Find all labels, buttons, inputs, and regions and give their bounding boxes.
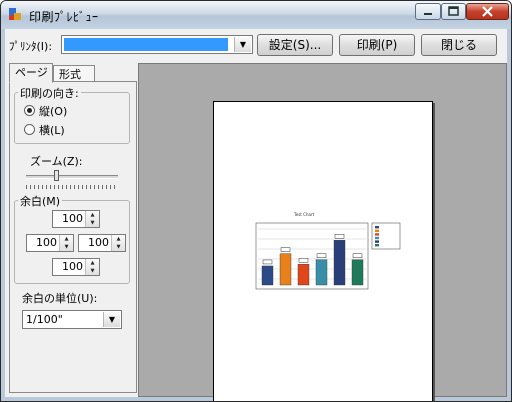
preview-bar-label <box>262 259 273 265</box>
preview-bar <box>297 264 310 286</box>
zoom-slider-track[interactable] <box>26 175 118 179</box>
preview-bar-label <box>316 253 327 258</box>
preview-bar-label <box>334 234 345 239</box>
preview-legend-swatch <box>375 229 379 232</box>
spin-down-icon[interactable]: ▼ <box>60 243 73 251</box>
spin-down-icon[interactable]: ▼ <box>86 267 99 275</box>
margin-right-value: 100 <box>88 236 109 249</box>
tab-page[interactable]: ページ <box>9 63 53 83</box>
preview-bar <box>333 240 346 286</box>
preview-bar <box>261 265 274 286</box>
margin-right-stepper[interactable]: 100 ▲ ▼ <box>78 234 126 252</box>
chevron-down-icon[interactable]: ▼ <box>103 312 120 327</box>
margin-top-value: 100 <box>62 212 83 225</box>
preview-legend-swatch <box>375 236 379 240</box>
margin-bottom-stepper[interactable]: 100 ▲ ▼ <box>52 258 100 276</box>
close-window-button[interactable] <box>466 3 509 20</box>
title-bar: 印刷ﾌﾟﾚﾋﾞｭｰ <box>1 1 511 29</box>
printer-selection-highlight <box>64 38 228 51</box>
margin-unit-select[interactable]: 1/100" ▼ <box>22 310 122 329</box>
portrait-radio[interactable] <box>24 105 35 116</box>
preview-legend-swatch <box>375 244 379 247</box>
preview-legend-swatch <box>375 226 379 229</box>
preview-bar-label <box>280 247 291 252</box>
preview-bar <box>351 259 364 286</box>
minimize-button[interactable] <box>415 3 441 20</box>
spin-down-icon[interactable]: ▼ <box>112 243 125 251</box>
preview-legend-swatch <box>375 240 379 243</box>
preview-bar-label <box>298 258 309 263</box>
margin-unit-label: 余白の単位(U): <box>22 292 98 305</box>
margin-left-value: 100 <box>36 236 57 249</box>
print-preview-window: 印刷ﾌﾟﾚﾋﾞｭｰ ﾌﾟﾘﾝﾀ(I): ▼ 設定(S)... 印刷(P) 閉じる… <box>0 0 512 402</box>
minimize-icon <box>424 13 432 15</box>
radio-selected-dot <box>27 108 32 113</box>
zoom-slider-ticks <box>26 185 118 189</box>
maximize-icon <box>448 6 459 16</box>
zoom-slider-thumb[interactable] <box>54 170 59 181</box>
window-title: 印刷ﾌﾟﾚﾋﾞｭｰ <box>29 10 99 24</box>
spin-up-icon[interactable]: ▲ <box>86 259 99 267</box>
spin-up-icon[interactable]: ▲ <box>112 235 125 243</box>
preview-bar-label <box>352 253 363 258</box>
printer-select[interactable]: ▼ <box>61 35 253 54</box>
printer-label: ﾌﾟﾘﾝﾀ(I): <box>9 40 53 53</box>
preview-bar <box>279 253 292 286</box>
print-button[interactable]: 印刷(P) <box>339 34 415 56</box>
zoom-label: ズーム(Z): <box>30 155 83 168</box>
close-button[interactable]: 閉じる <box>421 34 497 56</box>
landscape-radio[interactable] <box>24 124 35 135</box>
portrait-label: 縦(O) <box>39 105 68 118</box>
maximize-button[interactable] <box>441 3 466 20</box>
preview-page: Test Chart <box>213 101 433 401</box>
client-area: ﾌﾟﾘﾝﾀ(I): ▼ 設定(S)... 印刷(P) 閉じる ページ 形式 印刷… <box>5 29 507 401</box>
preview-legend-swatch <box>375 233 379 236</box>
landscape-label: 横(L) <box>39 124 65 137</box>
margin-left-stepper[interactable]: 100 ▲ ▼ <box>26 234 74 252</box>
preview-area[interactable]: Test Chart <box>138 63 507 401</box>
spin-down-icon[interactable]: ▼ <box>86 219 99 227</box>
preview-bar <box>315 259 328 286</box>
setup-button[interactable]: 設定(S)... <box>257 34 333 56</box>
spin-up-icon[interactable]: ▲ <box>60 235 73 243</box>
spin-up-icon[interactable]: ▲ <box>86 211 99 219</box>
app-icon <box>9 8 21 20</box>
margin-unit-value: 1/100" <box>26 313 63 326</box>
preview-chart-thumbnail <box>255 222 401 290</box>
page-settings-panel: 印刷の向き: 縦(O) 横(L) ズーム(Z): 余白(M) 100 ▲ ▼ 10… <box>9 81 137 393</box>
margins-title: 余白(M) <box>18 193 63 209</box>
margin-bottom-value: 100 <box>62 260 83 273</box>
orientation-title: 印刷の向き: <box>18 85 81 101</box>
chevron-down-icon[interactable]: ▼ <box>234 37 251 52</box>
close-icon <box>482 6 493 17</box>
margin-top-stepper[interactable]: 100 ▲ ▼ <box>52 210 100 228</box>
